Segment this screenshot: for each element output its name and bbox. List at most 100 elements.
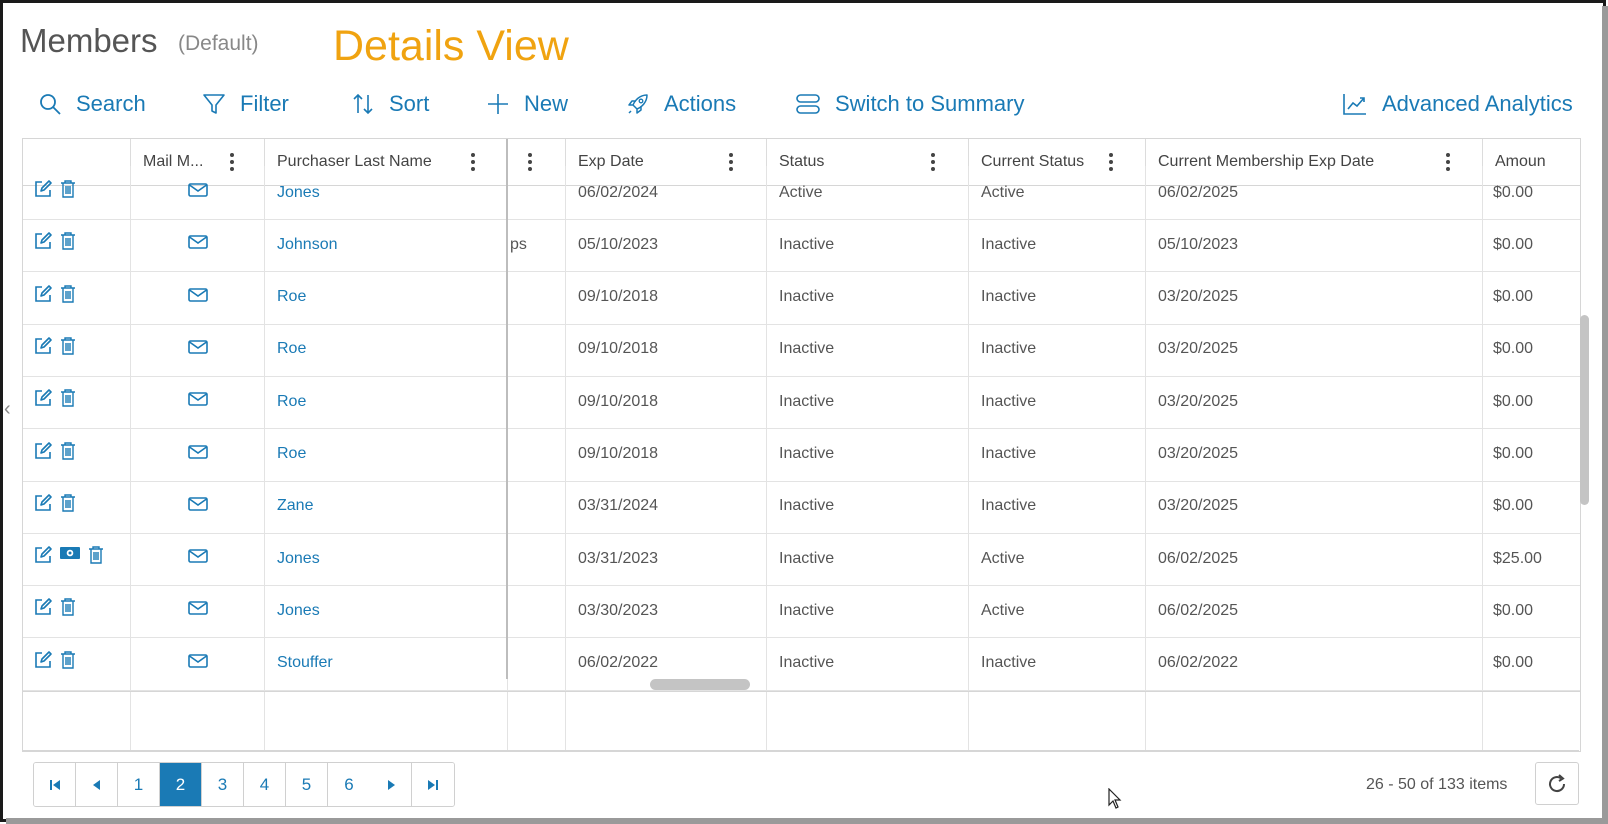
frozen-column-divider — [506, 139, 508, 679]
last-name-cell[interactable]: Johnson — [265, 218, 508, 272]
row-actions — [23, 427, 131, 481]
mail-icon[interactable] — [187, 339, 209, 360]
mail-icon[interactable] — [187, 496, 209, 517]
exp-date-cell: 03/31/2023 — [566, 532, 767, 586]
delete-icon[interactable] — [59, 441, 77, 466]
edit-icon[interactable] — [33, 441, 53, 466]
page-info: 26 - 50 of 133 items — [1366, 776, 1508, 793]
page-button-4[interactable]: 4 — [244, 763, 286, 806]
edit-icon[interactable] — [33, 650, 53, 675]
mail-icon[interactable] — [187, 548, 209, 569]
table-row[interactable]: Jones 06/02/2024 Active Active 06/02/2025 $0.… — [23, 166, 1580, 220]
last-name-cell[interactable]: Stouffer — [265, 636, 508, 690]
delete-icon[interactable] — [59, 597, 77, 622]
row-actions — [23, 636, 131, 690]
row-actions — [23, 218, 131, 272]
switch-view-button[interactable]: Switch to Summary — [795, 86, 1025, 122]
mail-icon[interactable] — [187, 600, 209, 621]
view-name[interactable]: (Default) — [178, 32, 259, 56]
table-row[interactable]: Jones 03/31/2023 Inactive Active 06/02/2025 $… — [23, 532, 1580, 587]
row-actions — [23, 270, 131, 324]
status-cell: Inactive — [767, 636, 969, 690]
page-button-3[interactable]: 3 — [202, 763, 244, 806]
last-name-cell[interactable]: Jones — [265, 166, 508, 219]
current-exp-cell: 03/20/2025 — [1146, 270, 1483, 324]
table-row[interactable]: Roe 09/10/2018 Inactive Inactive 03/20/2025 $… — [23, 427, 1580, 482]
vertical-scrollbar[interactable] — [1580, 315, 1589, 505]
delete-icon[interactable] — [87, 545, 105, 570]
page-button-1[interactable]: 1 — [118, 763, 160, 806]
table-row[interactable]: Roe 09/10/2018 Inactive Inactive 03/20/2025 $… — [23, 375, 1580, 430]
delete-icon[interactable] — [59, 231, 77, 256]
delete-icon[interactable] — [59, 493, 77, 518]
sort-label: Sort — [389, 91, 430, 116]
status-cell: Inactive — [767, 479, 969, 533]
payment-icon[interactable] — [59, 545, 81, 566]
mail-icon[interactable] — [187, 287, 209, 308]
table-row[interactable]: Jones 03/30/2023 Inactive Active 06/02/2025 $… — [23, 584, 1580, 639]
horizontal-scrollbar[interactable] — [650, 679, 750, 690]
row-actions — [23, 479, 131, 533]
edit-icon[interactable] — [33, 179, 53, 204]
row-actions — [23, 584, 131, 638]
exp-date-cell: 09/10/2018 — [566, 427, 767, 481]
mail-icon[interactable] — [187, 391, 209, 412]
page-button-6[interactable]: 6 — [328, 763, 370, 806]
refresh-button[interactable] — [1535, 762, 1579, 805]
current-exp-cell: 05/10/2023 — [1146, 218, 1483, 272]
filter-button[interactable]: Filter — [202, 86, 289, 122]
page-button-5[interactable]: 5 — [286, 763, 328, 806]
mail-cell — [131, 218, 265, 272]
current-exp-cell: 03/20/2025 — [1146, 427, 1483, 481]
sort-button[interactable]: Sort — [351, 86, 429, 122]
status-cell: Inactive — [767, 584, 969, 638]
delete-icon[interactable] — [59, 388, 77, 413]
edit-icon[interactable] — [33, 388, 53, 413]
previous-page-button[interactable] — [76, 763, 118, 806]
edit-icon[interactable] — [33, 545, 53, 570]
status-cell: Inactive — [767, 270, 969, 324]
table-row[interactable]: Zane 03/31/2024 Inactive Inactive 03/20/2025… — [23, 479, 1580, 534]
grid-filler — [23, 691, 1580, 751]
last-page-button[interactable] — [412, 763, 454, 806]
members-grid: Mail M... Purchaser Last Name Exp Date S… — [22, 138, 1581, 752]
status-cell: Inactive — [767, 427, 969, 481]
page-button-2[interactable]: 2 — [160, 763, 202, 806]
new-button[interactable]: New — [486, 86, 568, 122]
edit-icon[interactable] — [33, 493, 53, 518]
last-name-cell[interactable]: Jones — [265, 584, 508, 638]
last-name-cell[interactable]: Roe — [265, 375, 508, 429]
delete-icon[interactable] — [59, 179, 77, 204]
mail-icon[interactable] — [187, 234, 209, 255]
last-name-cell[interactable]: Roe — [265, 322, 508, 376]
table-row[interactable]: Roe 09/10/2018 Inactive Inactive 03/20/2025 $… — [23, 270, 1580, 325]
delete-icon[interactable] — [59, 336, 77, 361]
last-name-cell[interactable]: Jones — [265, 532, 508, 586]
status-cell: Inactive — [767, 218, 969, 272]
mail-icon[interactable] — [187, 653, 209, 674]
edit-icon[interactable] — [33, 284, 53, 309]
table-row[interactable]: Roe 09/10/2018 Inactive Inactive 03/20/2025 $… — [23, 322, 1580, 377]
first-page-button[interactable] — [34, 763, 76, 806]
next-page-button[interactable] — [370, 763, 412, 806]
analytics-label: Advanced Analytics — [1382, 91, 1573, 116]
edit-icon[interactable] — [33, 231, 53, 256]
actions-button[interactable]: Actions — [626, 86, 736, 122]
table-row[interactable]: Stouffer 06/02/2022 Inactive Inactive 06/02/… — [23, 636, 1580, 691]
delete-icon[interactable] — [59, 650, 77, 675]
last-name-cell[interactable]: Roe — [265, 270, 508, 324]
search-button[interactable]: Search — [38, 86, 146, 122]
edit-icon[interactable] — [33, 597, 53, 622]
last-name-cell[interactable]: Roe — [265, 427, 508, 481]
chevron-left-icon[interactable]: ‹ — [4, 398, 11, 421]
last-name-cell[interactable]: Zane — [265, 479, 508, 533]
previous-page-icon — [92, 779, 100, 790]
mail-icon[interactable] — [187, 182, 209, 203]
table-row[interactable]: Johnson ps 05/10/2023 Inactive Inactive 05/10… — [23, 218, 1580, 273]
rocket-icon — [628, 94, 648, 114]
edit-icon[interactable] — [33, 336, 53, 361]
delete-icon[interactable] — [59, 284, 77, 309]
last-page-icon — [428, 779, 438, 790]
analytics-button[interactable]: Advanced Analytics — [1342, 86, 1573, 122]
mail-icon[interactable] — [187, 444, 209, 465]
